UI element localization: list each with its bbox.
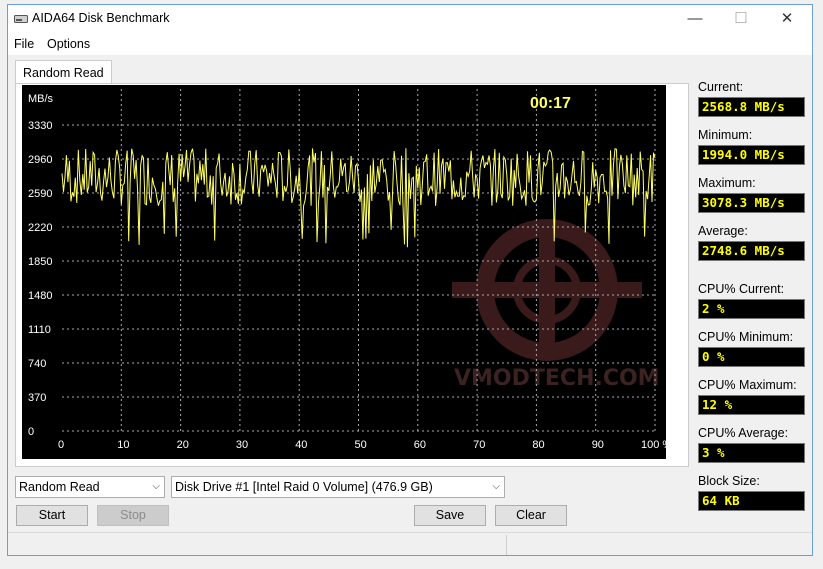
disk-app-icon — [14, 15, 28, 23]
x-tick-label: 50 — [355, 439, 367, 451]
watermark-bar-h — [452, 282, 642, 298]
y-tick-label: 2590 — [28, 188, 52, 200]
stop-button[interactable]: Stop — [97, 505, 169, 526]
test-type-select-value: Random Read — [19, 480, 100, 494]
menu-options[interactable]: Options — [47, 37, 90, 51]
x-tick-label: 80 — [532, 439, 544, 451]
current-value: 2568.8 MB/s — [698, 97, 805, 117]
tab-random-read[interactable]: Random Read — [15, 60, 112, 84]
drive-select-value: Disk Drive #1 [Intel Raid 0 Volume] (476… — [175, 480, 433, 494]
chart-svg: VMODTECH.COM 3330 2960 2590 2220 1850 1480 1110… — [28, 89, 666, 451]
y-tick-label: 370 — [28, 392, 46, 404]
average-label: Average: — [698, 224, 748, 238]
cpu-current-value: 2 % — [698, 299, 805, 319]
minimum-value: 1994.0 MB/s — [698, 145, 805, 165]
cpu-minimum-value: 0 % — [698, 347, 805, 367]
window-title: AIDA64 Disk Benchmark — [32, 11, 170, 25]
x-tick-label: 0 — [58, 439, 64, 451]
benchmark-chart: VMODTECH.COM 3330 2960 2590 2220 1850 1480 1110… — [22, 85, 666, 459]
x-tick-label: 100 % — [641, 439, 666, 451]
minimum-label: Minimum: — [698, 128, 753, 142]
status-bar — [8, 532, 812, 556]
y-tick-label: 1480 — [28, 290, 52, 302]
cpu-maximum-value: 12 % — [698, 395, 805, 415]
cpu-minimum-label: CPU% Minimum: — [698, 330, 794, 344]
average-value: 2748.6 MB/s — [698, 241, 805, 261]
maximum-label: Maximum: — [698, 176, 756, 190]
y-tick-label: 0 — [28, 426, 34, 438]
x-tick-label: 40 — [295, 439, 307, 451]
chevron-down-icon: ⌵ — [492, 481, 500, 492]
y-tick-label: 740 — [28, 358, 46, 370]
clear-button[interactable]: Clear — [495, 505, 567, 526]
x-tick-label: 90 — [592, 439, 604, 451]
x-tick-label: 20 — [177, 439, 189, 451]
status-divider — [506, 535, 507, 555]
minimize-button[interactable]: — — [672, 5, 718, 33]
y-tick-label: 2220 — [28, 222, 52, 234]
x-tick-label: 10 — [117, 439, 129, 451]
cpu-average-value: 3 % — [698, 443, 805, 463]
cpu-average-label: CPU% Average: — [698, 426, 789, 440]
maximize-button[interactable]: ☐ — [718, 5, 764, 33]
block-size-value: 64 KB — [698, 491, 805, 511]
drive-select[interactable]: Disk Drive #1 [Intel Raid 0 Volume] (476… — [171, 476, 505, 498]
x-tick-label: 30 — [236, 439, 248, 451]
cpu-current-label: CPU% Current: — [698, 282, 785, 296]
watermark-text: VMODTECH.COM — [454, 366, 660, 391]
test-type-select[interactable]: Random Read ⌵ — [15, 476, 165, 498]
close-button[interactable]: ✕ — [764, 5, 810, 33]
start-button[interactable]: Start — [16, 505, 88, 526]
y-tick-label: 1110 — [28, 324, 51, 336]
maximum-value: 3078.3 MB/s — [698, 193, 805, 213]
y-tick-label: 1850 — [28, 256, 52, 268]
app-window: AIDA64 Disk Benchmark — ☐ ✕ File Options… — [7, 4, 813, 556]
menu-bar: File Options — [8, 33, 812, 55]
y-tick-label: 3330 — [28, 120, 52, 132]
y-axis-label: MB/s — [28, 93, 54, 105]
x-tick-label: 70 — [473, 439, 485, 451]
save-button[interactable]: Save — [414, 505, 486, 526]
title-bar[interactable]: AIDA64 Disk Benchmark — ☐ ✕ — [8, 5, 812, 33]
menu-file[interactable]: File — [14, 37, 34, 51]
timer-label: 00:17 — [530, 95, 571, 112]
y-tick-label: 2960 — [28, 154, 52, 166]
chevron-down-icon: ⌵ — [152, 481, 160, 492]
current-label: Current: — [698, 80, 744, 94]
x-tick-label: 60 — [414, 439, 426, 451]
cpu-maximum-label: CPU% Maximum: — [698, 378, 797, 392]
block-size-label: Block Size: — [698, 474, 760, 488]
